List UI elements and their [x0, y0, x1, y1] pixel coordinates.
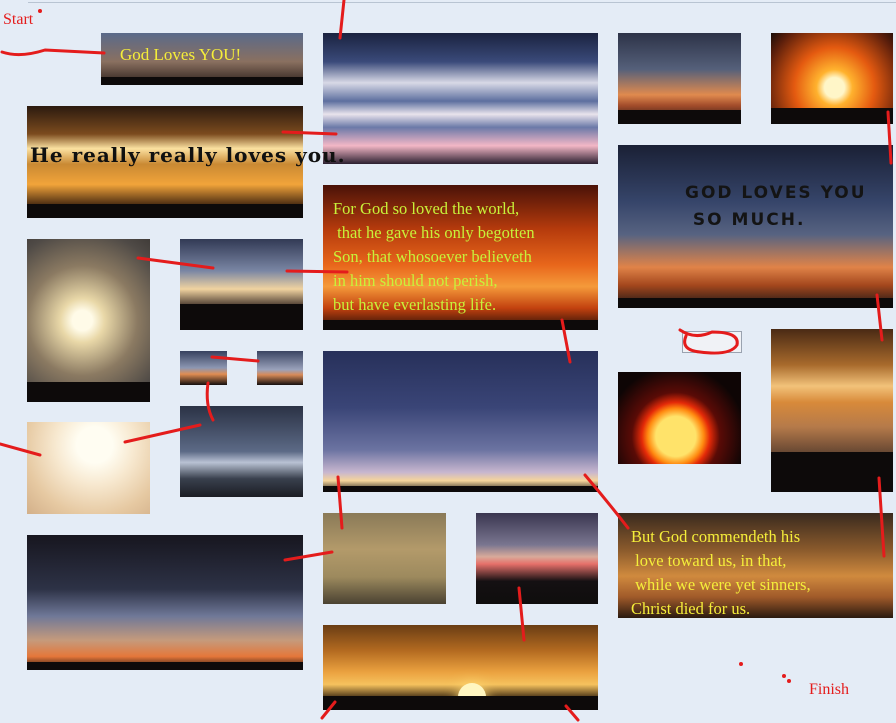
maze-path-drawing[interactable]: [0, 0, 896, 723]
finish-label: Finish: [809, 681, 850, 698]
start-label: Start: [3, 11, 34, 28]
